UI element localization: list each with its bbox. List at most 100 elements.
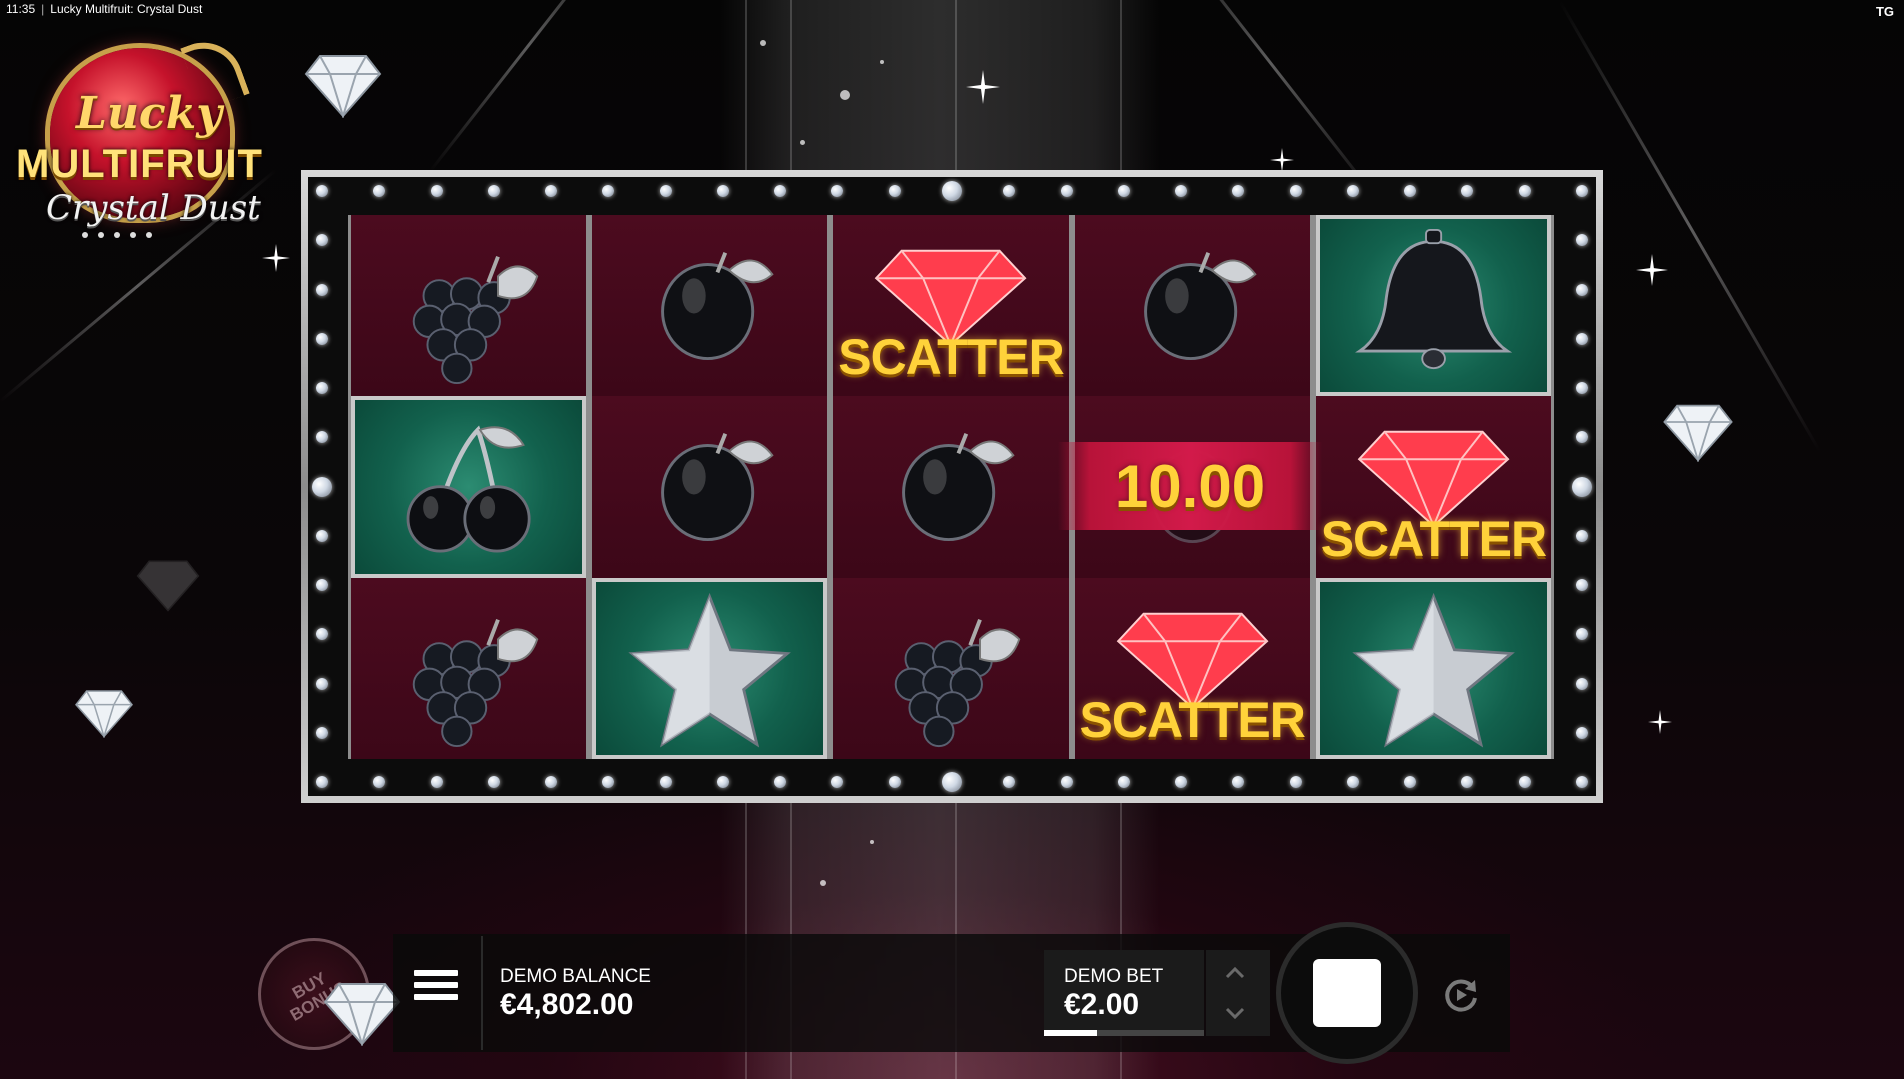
- spin-stop-button[interactable]: [1276, 922, 1418, 1064]
- reel-cell: [1074, 215, 1310, 397]
- bet-level-fill: [1044, 1030, 1097, 1036]
- floating-diamond-icon: [74, 690, 134, 738]
- frame-bulb: [1175, 776, 1188, 788]
- frame-bulb: [1346, 776, 1359, 788]
- logo-word-lucky: Lucky: [76, 88, 222, 139]
- frame-bulb: [316, 776, 328, 788]
- frame-bulb: [1576, 677, 1588, 690]
- reel-cell: SCATTER: [1315, 396, 1551, 578]
- scatter-label: SCATTER: [1320, 510, 1547, 567]
- reel-cell: [833, 396, 1069, 578]
- autoplay-button[interactable]: [1430, 964, 1492, 1026]
- game-logo: Lucky MULTIFRUIT Crystal Dust: [10, 31, 270, 246]
- frame-bulb: [659, 776, 672, 788]
- clock: 11:35: [6, 2, 36, 16]
- plum-icon: [902, 433, 1016, 542]
- logo-word-multifruit: MULTIFRUIT: [16, 142, 263, 186]
- reel-cell: [592, 215, 828, 397]
- frame-bulb: [942, 772, 962, 792]
- frame-bulb: [659, 185, 672, 197]
- frame-bulb: [1060, 185, 1073, 197]
- win-amount-banner: 10.00: [1058, 442, 1322, 530]
- frame-bulb: [1060, 776, 1073, 788]
- scatter-label: SCATTER: [1079, 691, 1305, 748]
- win-amount: 10.00: [1114, 452, 1266, 520]
- frame-bulb: [487, 185, 500, 197]
- sparkle-star-icon: [262, 244, 290, 272]
- bet-level-bar: [1044, 1030, 1204, 1036]
- reel-grid: SCATTER SCATTER SCATTER: [348, 215, 1554, 759]
- frame-bulb: [1518, 776, 1531, 788]
- stop-icon: [1313, 959, 1381, 1027]
- frame-bulb: [1117, 185, 1130, 197]
- reel-cell: [833, 577, 1069, 759]
- grapes-icon: [412, 618, 539, 747]
- frame-bulb: [1346, 185, 1359, 197]
- frame-bulb: [316, 726, 328, 739]
- reel-cell-highlight: [351, 396, 587, 578]
- frame-bulb: [1289, 776, 1302, 788]
- frame-bulb: [716, 185, 729, 197]
- frame-bulb: [545, 776, 558, 788]
- bet-value: €2.00: [1064, 988, 1140, 1021]
- frame-bulb: [1576, 579, 1588, 591]
- star-icon: [1352, 592, 1515, 748]
- plum-icon: [1143, 252, 1257, 361]
- reel-cell-highlight: [592, 577, 828, 759]
- logo-dots: [82, 232, 152, 238]
- bet-decrease-chevron-down-icon[interactable]: [1224, 1002, 1246, 1024]
- star-icon: [628, 592, 792, 748]
- floating-diamond-icon: [304, 55, 382, 118]
- sparkle-star-icon: [966, 70, 1000, 104]
- logo-word-crystal-dust: Crystal Dust: [46, 188, 261, 228]
- floating-diamond-icon: [323, 983, 401, 1046]
- frame-bulb: [1576, 776, 1588, 788]
- balance-value: €4,802.00: [500, 988, 634, 1021]
- frame-bulb: [316, 677, 328, 690]
- plum-icon: [661, 252, 774, 361]
- reel-cell: SCATTER: [833, 215, 1069, 397]
- scatter-label: SCATTER: [838, 329, 1064, 386]
- frame-bulb: [1175, 185, 1188, 197]
- reel-cell: SCATTER: [1074, 577, 1310, 759]
- grapes-icon: [412, 255, 539, 385]
- frame-bulb: [1576, 382, 1588, 394]
- sparkle: [880, 60, 884, 64]
- frame-bulb: [545, 185, 558, 197]
- frame-bulb: [716, 776, 729, 788]
- frame-bulb: [1576, 283, 1588, 296]
- frame-bulb: [430, 185, 443, 197]
- reel-cell-highlight: [1315, 215, 1551, 397]
- plum-icon: [661, 433, 774, 542]
- divider: [481, 936, 483, 1050]
- frame-bulb: [316, 283, 328, 296]
- reel-cell: [351, 215, 587, 397]
- sparkle: [760, 40, 766, 46]
- frame-bulb: [316, 185, 328, 197]
- frame-bulb: [316, 382, 328, 394]
- balance-label: DEMO BALANCE: [500, 966, 651, 987]
- reel-cell: [592, 396, 828, 578]
- frame-bulb: [1289, 185, 1302, 197]
- frame-bulb: [312, 476, 332, 497]
- bet-label: DEMO BET: [1064, 966, 1164, 987]
- grapes-icon: [895, 618, 1021, 747]
- status-bar: 11:35 | Lucky Multifruit: Crystal Dust: [0, 0, 208, 24]
- menu-icon[interactable]: [414, 970, 458, 1010]
- frame-bulb: [430, 776, 443, 788]
- sparkle: [840, 90, 850, 100]
- frame-bulb: [316, 579, 328, 591]
- floating-diamond-icon: [136, 560, 200, 612]
- autoplay-icon: [1445, 979, 1477, 1012]
- frame-bulb: [1576, 185, 1588, 197]
- frame-bulb: [888, 185, 901, 197]
- bell-icon: [1354, 228, 1512, 370]
- cherries-icon: [406, 425, 531, 553]
- frame-bulb: [942, 181, 962, 201]
- bet-increase-chevron-up-icon[interactable]: [1224, 962, 1246, 984]
- frame-bulb: [1117, 776, 1130, 788]
- sparkle: [820, 880, 826, 886]
- frame-bulb: [487, 776, 500, 788]
- sparkle: [800, 140, 805, 145]
- page-title: Lucky Multifruit: Crystal Dust: [50, 2, 203, 16]
